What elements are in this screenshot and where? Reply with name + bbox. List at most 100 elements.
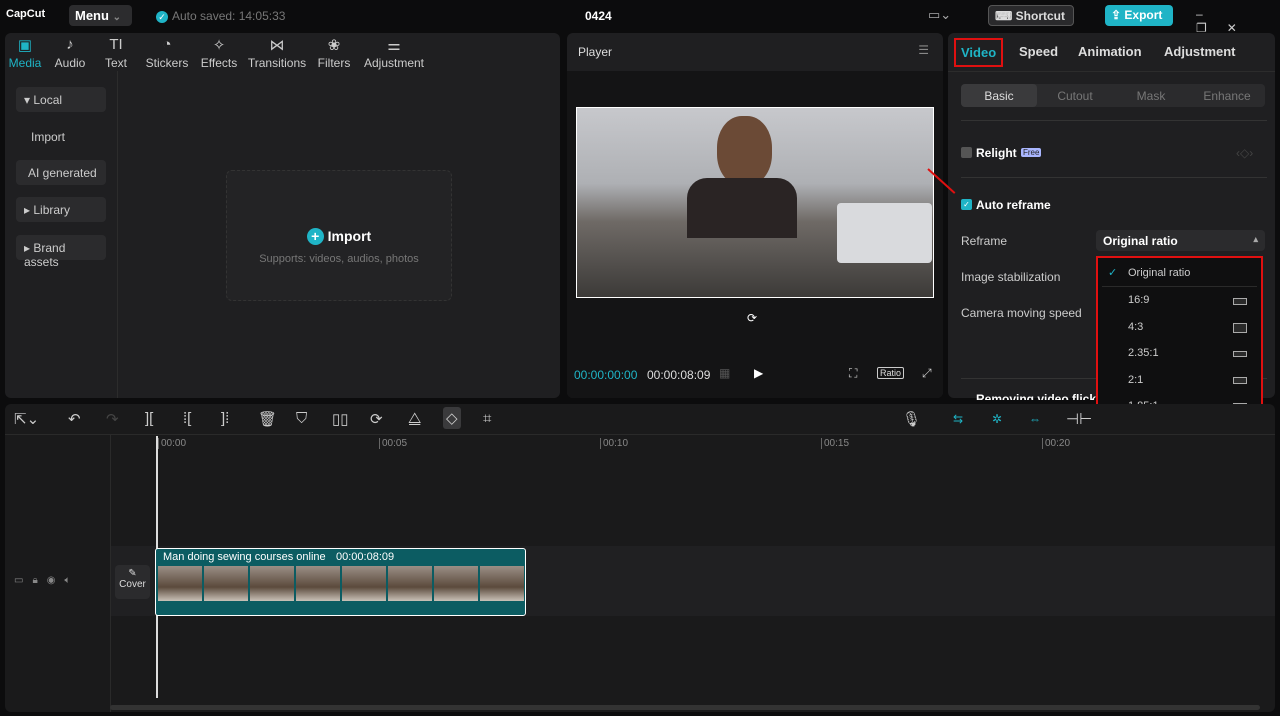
rotate-tool-icon[interactable]: ◇ <box>443 407 461 429</box>
menu-button[interactable]: Menu ⌄ <box>69 5 132 26</box>
media-tabs: ▣ Media ♪ Audio TI Text ◔ Stickers ✧ Effects ⋈ Tran… <box>6 36 434 70</box>
export-button[interactable]: ⇪ Export <box>1105 5 1173 26</box>
select-tool-icon[interactable]: ⇱⌄ <box>14 410 39 428</box>
ruler-tick-label: 00:15 <box>821 438 849 449</box>
keyframe-nav-icon[interactable]: ‹◇› <box>1236 146 1253 160</box>
tab-adjustment[interactable]: ⚌ Adjustment <box>360 36 428 70</box>
player-panel: Player ☰ ⟳ 00:00:00:00 00:00:08:09 ▦ ▶ ⛶… <box>567 33 943 398</box>
sidebar-library[interactable]: ▸ Library <box>16 197 106 222</box>
import-label: Import <box>327 228 372 244</box>
reframe-label: Reframe <box>961 234 1008 248</box>
cover-button[interactable]: ✎ Cover <box>115 565 150 599</box>
horizontal-scrollbar[interactable] <box>110 705 1260 710</box>
speaker-icon[interactable]: 🔈︎ <box>65 575 80 586</box>
sidebar-brand-assets[interactable]: ▸ Brand assets <box>16 235 106 269</box>
shortcut-button[interactable]: ⌨ Shortcut <box>988 5 1074 26</box>
autosave-text: Auto saved: 14:05:33 <box>172 9 286 23</box>
current-time: 00:00:00:00 <box>574 368 638 382</box>
tab-stickers[interactable]: ◔ Stickers <box>142 36 192 70</box>
subtab-mask[interactable]: Mask <box>1113 84 1189 107</box>
player-title: Player <box>578 45 613 59</box>
clip-thumbnails <box>158 566 524 601</box>
tab-text[interactable]: TI Text <box>96 36 136 70</box>
keyboard-icon: ⌨ <box>995 9 1013 23</box>
tab-adjustment[interactable]: Adjustment <box>1164 44 1236 59</box>
tab-label: Adjustment <box>363 56 425 70</box>
ratio-shape-icon <box>1233 297 1247 305</box>
expand-icon[interactable]: ⤢ <box>922 366 932 381</box>
ratio-option[interactable]: Original ratio <box>1128 267 1190 279</box>
check-icon: ✓ <box>156 11 168 23</box>
redo-icon[interactable]: ↷ <box>106 410 119 428</box>
split-view-icon[interactable]: ⊣⊢ <box>1066 410 1092 428</box>
tab-audio[interactable]: ♪ Audio <box>50 36 90 70</box>
tab-animation[interactable]: Animation <box>1078 44 1142 59</box>
flicker-label: Removing video flicker <box>976 392 1108 400</box>
ratio-option[interactable]: 2.35:1 <box>1128 347 1159 359</box>
mark-icon[interactable]: ⛉ <box>296 410 307 427</box>
tab-effects[interactable]: ✧ Effects <box>198 36 240 70</box>
menu-icon[interactable]: ☰ <box>918 43 929 57</box>
project-title: 0424 <box>585 9 612 23</box>
tab-transitions[interactable]: ⋈ Transitions <box>246 36 308 70</box>
freeze-icon[interactable]: ▯▯ <box>332 410 349 428</box>
reframe-select[interactable]: Original ratio ▴ <box>1096 230 1265 251</box>
top-bar: CapCut Menu ⌄ ✓ Auto saved: 14:05:33 0424… <box>0 0 1280 35</box>
video-preview[interactable] <box>576 107 934 298</box>
subtab-cutout[interactable]: Cutout <box>1037 84 1113 107</box>
import-dropzone[interactable]: + Import Supports: videos, audios, photo… <box>226 170 452 301</box>
tab-filters[interactable]: ❀ Filters <box>314 36 354 70</box>
microphone-icon[interactable]: 🎙︎ <box>902 410 921 428</box>
import-hint: Supports: videos, audios, photos <box>259 253 419 265</box>
sidebar-ai-generated[interactable]: AI generated <box>16 160 106 185</box>
track-controls: ▭🔒︎◉🔈︎ <box>14 575 80 586</box>
ratio-shape-icon <box>1233 322 1247 333</box>
eye-icon[interactable]: ◉ <box>47 575 65 586</box>
fullscreen-focus-icon[interactable]: ⛶ <box>849 366 857 381</box>
track-video-icon[interactable]: ▭ <box>14 575 32 586</box>
ratio-button[interactable]: Ratio <box>877 367 905 379</box>
split-icon[interactable]: ][ <box>145 410 153 427</box>
minimize-icon[interactable]: – <box>1196 7 1223 21</box>
ruler-tick-label: 00:20 <box>1042 438 1070 449</box>
crop-icon[interactable]: ⌗ <box>483 410 491 427</box>
ruler-tick-label: 00:00 <box>158 438 186 449</box>
tab-label: Filters <box>317 56 351 70</box>
plus-icon: + <box>306 228 324 245</box>
ratio-shape-icon <box>1233 377 1247 384</box>
effects-icon: ✧ <box>212 37 226 54</box>
waveform-icon[interactable]: ▦ <box>719 366 730 380</box>
auto-reframe-checkbox[interactable]: ✓ <box>961 199 972 210</box>
capcut-logo: CapCut <box>6 8 46 20</box>
split-right-icon[interactable]: ]⁞ <box>221 410 229 427</box>
audio-icon: ♪ <box>66 36 74 53</box>
sidebar-import[interactable]: Import <box>16 124 106 149</box>
tab-speed[interactable]: Speed <box>1019 44 1058 59</box>
window-controls[interactable]: –❐✕ <box>1196 7 1280 35</box>
tab-label: Stickers <box>145 56 189 70</box>
ratio-option[interactable]: 2:1 <box>1128 374 1143 386</box>
rotate-icon[interactable]: ⟳ <box>747 311 757 325</box>
lock-icon[interactable]: 🔒︎ <box>32 575 46 586</box>
subtab-basic[interactable]: Basic <box>961 84 1037 107</box>
subtab-enhance[interactable]: Enhance <box>1189 84 1265 107</box>
link-icon[interactable]: ⇔ <box>1029 412 1041 426</box>
undo-icon[interactable]: ↶ <box>68 410 81 428</box>
snap-icon[interactable]: ✲ <box>992 412 1002 426</box>
stabilization-label: Image stabilization <box>961 270 1061 284</box>
sidebar-local[interactable]: ▾ Local <box>16 87 106 112</box>
relight-checkbox[interactable] <box>961 147 972 158</box>
tab-media[interactable]: ▣ Media <box>6 36 44 70</box>
play-icon[interactable]: ▶ <box>754 366 763 380</box>
tab-label: Media <box>8 56 42 70</box>
tab-video[interactable]: Video <box>954 38 1004 67</box>
ratio-option[interactable]: 16:9 <box>1128 294 1149 306</box>
ruler-tick-label: 00:05 <box>379 438 407 449</box>
delete-icon[interactable]: 🗑︎ <box>258 410 277 428</box>
reverse-icon[interactable]: ⟳ <box>370 410 383 428</box>
split-left-icon[interactable]: ⁞[ <box>183 410 191 427</box>
ratio-option[interactable]: 4:3 <box>1128 321 1143 333</box>
mirror-icon[interactable]: ⧋ <box>408 410 421 427</box>
magnet-icon[interactable]: ⇆ <box>953 412 963 426</box>
layout-icon[interactable]: ▭⌄ <box>928 7 951 23</box>
